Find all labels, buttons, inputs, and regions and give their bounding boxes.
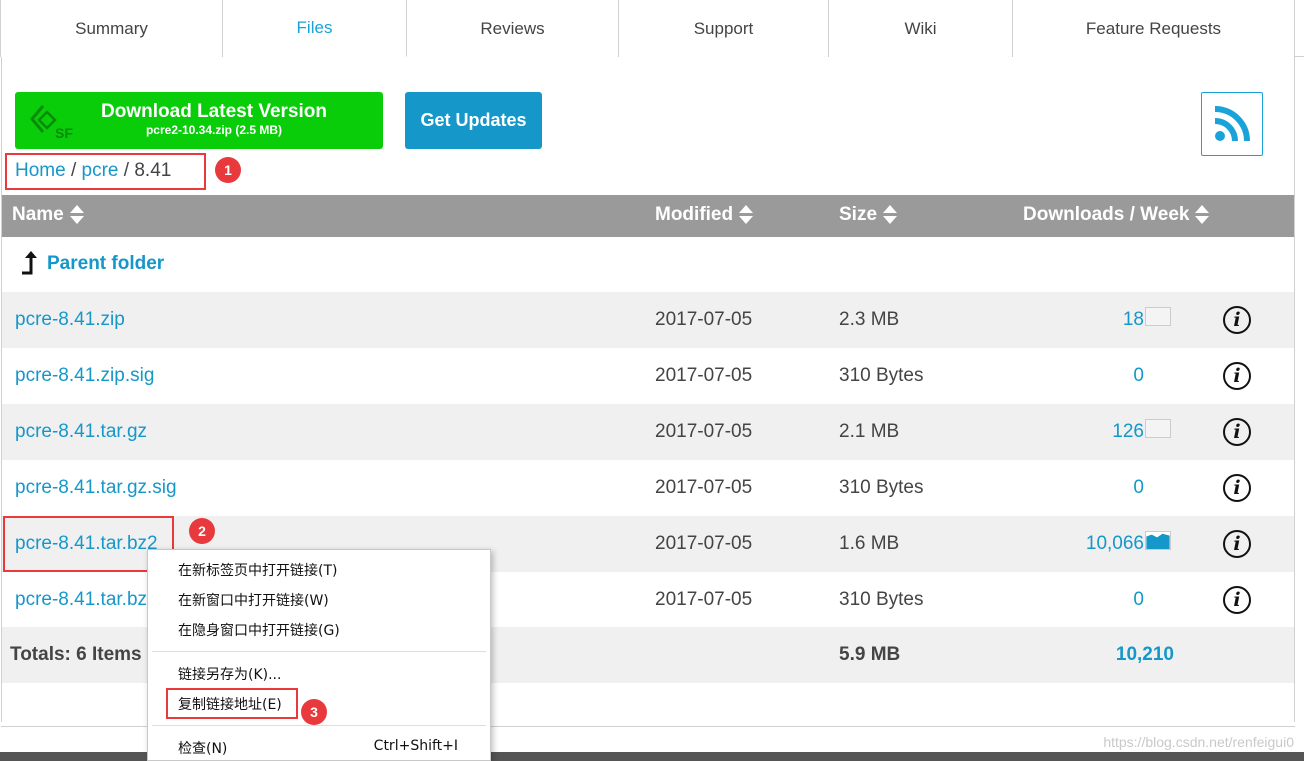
file-modified: 2017-07-05 (655, 309, 753, 330)
file-info-icon[interactable]: i (1223, 474, 1251, 502)
parent-folder-link[interactable]: Parent folder (47, 253, 164, 275)
annotation-badge-1: 1 (215, 157, 241, 183)
sort-icon (739, 205, 754, 225)
menu-save-link-as[interactable]: 链接另存为(K)... (178, 663, 281, 685)
panel-right-border (1294, 57, 1295, 722)
context-menu: 在新标签页中打开链接(T) 在新窗口中打开链接(W) 在隐身窗口中打开链接(G)… (147, 549, 491, 761)
menu-inspect-shortcut: Ctrl+Shift+I (373, 738, 458, 754)
file-modified: 2017-07-05 (655, 533, 753, 554)
column-header-downloads[interactable]: Downloads / Week (1023, 204, 1210, 226)
file-downloads[interactable]: 0 (1133, 477, 1144, 499)
download-title: Download Latest Version (101, 101, 327, 122)
file-name-link[interactable]: pcre-8.41.tar.gz.sig (15, 477, 177, 499)
menu-inspect[interactable]: 检查(N) (178, 737, 227, 759)
file-modified: 2017-07-05 (655, 365, 753, 386)
menu-open-new-tab[interactable]: 在新标签页中打开链接(T) (178, 559, 337, 581)
download-sparkline (1145, 307, 1171, 326)
table-row: pcre-8.41.zip.sig 2017-07-05 310 Bytes 0… (2, 348, 1294, 404)
annotation-box-breadcrumb (5, 153, 206, 190)
totals-label: Totals: 6 Items (10, 644, 142, 665)
file-info-icon[interactable]: i (1223, 418, 1251, 446)
file-size: 310 Bytes (839, 365, 924, 386)
file-name-link[interactable]: pcre-8.41.zip (15, 309, 125, 331)
tab-wiki[interactable]: Wiki (829, 0, 1013, 57)
project-tabs: Summary Files Reviews Support Wiki Featu… (0, 0, 1304, 57)
totals-downloads: 10,210 (1115, 644, 1174, 665)
file-size: 310 Bytes (839, 589, 924, 610)
table-row: pcre-8.41.tar.gz 2017-07-05 2.1 MB 126 i (2, 404, 1294, 460)
column-header-name[interactable]: Name (12, 204, 84, 226)
tab-feature-requests[interactable]: Feature Requests (1013, 0, 1295, 57)
file-info-icon[interactable]: i (1223, 362, 1251, 390)
file-info-icon[interactable]: i (1223, 530, 1251, 558)
file-modified: 2017-07-05 (655, 477, 753, 498)
sort-icon (69, 205, 84, 225)
file-downloads[interactable]: 10,066 (1086, 533, 1144, 555)
file-size: 2.1 MB (839, 421, 900, 442)
parent-folder-row[interactable]: Parent folder (2, 237, 1294, 291)
parent-folder-arrow-icon (22, 251, 37, 275)
column-size-label: Size (839, 204, 878, 225)
file-modified: 2017-07-05 (655, 421, 753, 442)
file-downloads[interactable]: 0 (1133, 365, 1144, 387)
file-size: 1.6 MB (839, 533, 900, 554)
file-name-link[interactable]: pcre-8.41.tar.gz (15, 421, 147, 443)
rss-feed-button[interactable] (1201, 92, 1263, 156)
file-info-icon[interactable]: i (1223, 306, 1251, 334)
download-latest-button[interactable]: SF Download Latest Version pcre2-10.34.z… (15, 92, 383, 149)
totals-size: 5.9 MB (839, 644, 901, 665)
download-sparkline (1145, 531, 1171, 550)
file-downloads[interactable]: 126 (1112, 421, 1144, 443)
annotation-badge-2: 2 (189, 518, 215, 544)
menu-open-incognito[interactable]: 在隐身窗口中打开链接(G) (178, 619, 340, 641)
files-table-header: Name Modified Size Downloads / Week (2, 195, 1294, 237)
file-downloads[interactable]: 0 (1133, 589, 1144, 611)
annotation-badge-3: 3 (301, 699, 327, 725)
sort-icon (1195, 205, 1210, 225)
tab-files[interactable]: Files (223, 0, 407, 57)
column-header-size[interactable]: Size (839, 204, 898, 226)
table-row: pcre-8.41.zip 2017-07-05 2.3 MB 18 i (2, 292, 1294, 348)
column-modified-label: Modified (655, 204, 734, 225)
tab-summary[interactable]: Summary (0, 0, 223, 57)
column-header-modified[interactable]: Modified (655, 204, 754, 226)
download-sparkline (1145, 419, 1171, 438)
download-subtitle: pcre2-10.34.zip (2.5 MB) (145, 123, 283, 137)
file-size: 310 Bytes (839, 477, 924, 498)
file-downloads[interactable]: 18 (1123, 309, 1144, 331)
file-modified: 2017-07-05 (655, 589, 753, 610)
sort-icon (883, 205, 898, 225)
file-info-icon[interactable]: i (1223, 586, 1251, 614)
annotation-box-copy-link (166, 688, 298, 719)
menu-open-new-window[interactable]: 在新窗口中打开链接(W) (178, 589, 329, 611)
get-updates-button[interactable]: Get Updates (405, 92, 542, 149)
menu-separator (152, 651, 486, 652)
tab-support[interactable]: Support (619, 0, 829, 57)
file-name-link[interactable]: pcre-8.41.zip.sig (15, 365, 154, 387)
column-name-label: Name (12, 204, 64, 225)
file-size: 2.3 MB (839, 309, 900, 330)
rss-icon (1214, 106, 1250, 142)
column-downloads-label: Downloads / Week (1023, 204, 1190, 225)
menu-separator (152, 725, 486, 726)
table-row: pcre-8.41.tar.gz.sig 2017-07-05 310 Byte… (2, 460, 1294, 516)
tab-reviews[interactable]: Reviews (407, 0, 619, 57)
watermark: https://blog.csdn.net/renfeigui0 (1103, 734, 1294, 750)
